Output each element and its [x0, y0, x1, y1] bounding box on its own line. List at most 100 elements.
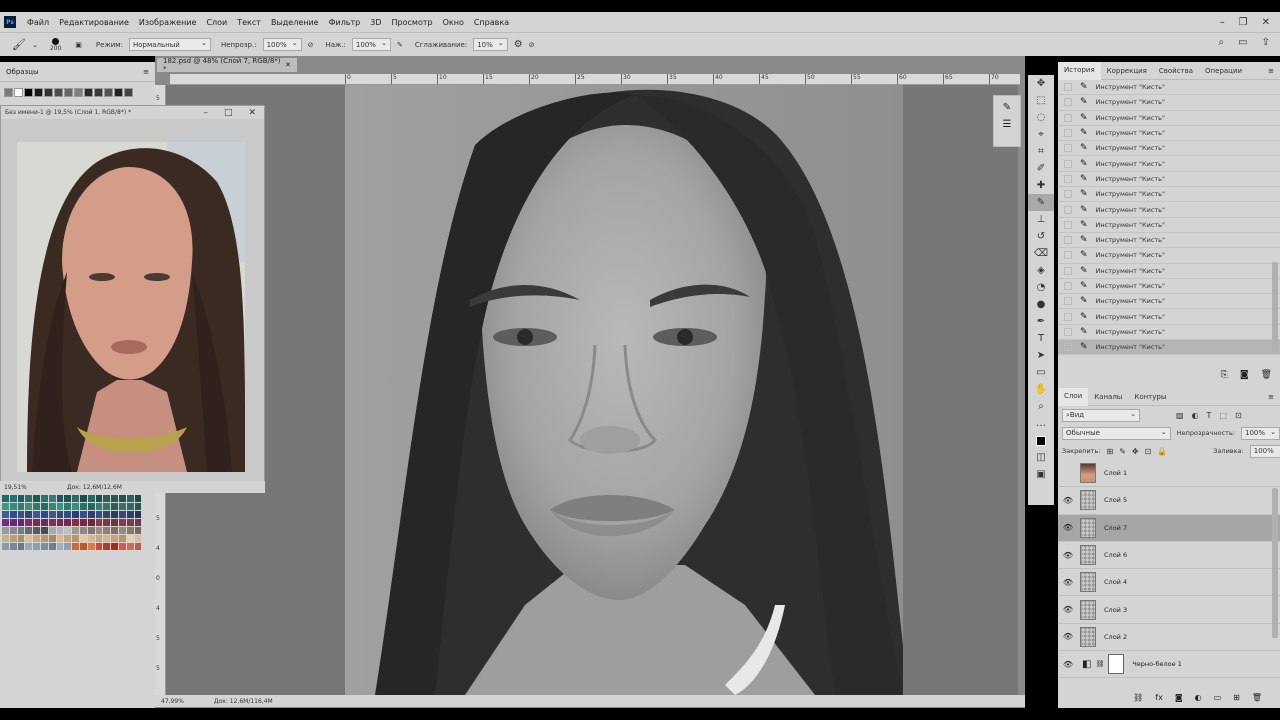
- color-swatches-icon[interactable]: [1028, 432, 1054, 449]
- swatch[interactable]: [95, 527, 103, 534]
- swatch[interactable]: [64, 511, 72, 518]
- history-item[interactable]: ✎ Инструмент "Кисть": [1058, 309, 1280, 325]
- dodge-tool-icon[interactable]: ●: [1028, 296, 1054, 313]
- swatch[interactable]: [126, 527, 134, 534]
- swatch[interactable]: [17, 495, 25, 502]
- menu-item-3[interactable]: Слои: [201, 18, 232, 27]
- swatch[interactable]: [126, 543, 134, 550]
- swatch[interactable]: [72, 495, 79, 502]
- swatch[interactable]: [118, 511, 126, 518]
- lock-all-icon[interactable]: 🔒: [1157, 447, 1167, 456]
- swatch[interactable]: [103, 535, 111, 542]
- panel-menu-icon[interactable]: ≡: [1268, 393, 1274, 401]
- new-document-from-state-icon[interactable]: ⎘: [1221, 370, 1228, 380]
- layer-name[interactable]: Слой 1: [1104, 469, 1127, 477]
- lock-artboard-icon[interactable]: ⊡: [1145, 447, 1152, 456]
- swatch[interactable]: [111, 503, 118, 510]
- stamp-tool-icon[interactable]: ⊥: [1028, 211, 1054, 228]
- pen-tool-icon[interactable]: ✒: [1028, 313, 1054, 330]
- sliders-icon[interactable]: ☰: [994, 119, 1020, 130]
- swatch[interactable]: [2, 495, 9, 502]
- canvas-image[interactable]: [345, 85, 903, 695]
- swatch[interactable]: [40, 535, 48, 542]
- swatch[interactable]: [17, 519, 25, 526]
- swatch[interactable]: [64, 495, 72, 502]
- swatch[interactable]: [134, 503, 142, 510]
- swatch[interactable]: [64, 527, 72, 534]
- history-brush-tool-icon[interactable]: ↺: [1028, 228, 1054, 245]
- visibility-eye-icon[interactable]: 👁: [1058, 605, 1078, 614]
- swatch[interactable]: [4, 88, 13, 97]
- history-tab-2[interactable]: Свойства: [1153, 62, 1199, 80]
- history-item[interactable]: ✎ Инструмент "Кисть": [1058, 95, 1280, 111]
- history-item[interactable]: ✎ Инструмент "Кисть": [1058, 279, 1280, 295]
- swatch[interactable]: [56, 495, 64, 502]
- swatch[interactable]: [9, 495, 17, 502]
- visibility-eye-icon[interactable]: 👁: [1058, 632, 1078, 641]
- swatch[interactable]: [2, 503, 9, 510]
- swatch[interactable]: [40, 511, 48, 518]
- layer-name[interactable]: Слой 4: [1104, 578, 1127, 586]
- layer-thumbnail[interactable]: [1080, 490, 1096, 511]
- eyedropper-tool-icon[interactable]: ✐: [1028, 160, 1054, 177]
- visibility-eye-icon[interactable]: 👁: [1058, 578, 1078, 587]
- swatch[interactable]: [33, 503, 40, 510]
- history-item[interactable]: ✎ Инструмент "Кисть": [1058, 126, 1280, 142]
- layer-thumbnail[interactable]: [1080, 463, 1096, 484]
- flow-field[interactable]: 100%: [351, 38, 391, 51]
- history-item[interactable]: ✎ Инструмент "Кисть": [1058, 233, 1280, 249]
- lock-pixels-icon[interactable]: ✎: [1119, 447, 1126, 456]
- blur-tool-icon[interactable]: ◔: [1028, 279, 1054, 296]
- history-item[interactable]: ✎ Инструмент "Кисть": [1058, 172, 1280, 188]
- document-tab[interactable]: 182.psd @ 48% (Слой 7, RGB/8*) * ✕: [157, 57, 297, 73]
- layer-name[interactable]: Слой 7: [1104, 524, 1127, 532]
- swatch[interactable]: [103, 519, 111, 526]
- swatch[interactable]: [118, 503, 126, 510]
- history-checkbox[interactable]: [1064, 327, 1072, 336]
- swatch[interactable]: [95, 543, 103, 550]
- smoothing-field[interactable]: 10%: [473, 38, 508, 51]
- blend-mode-select[interactable]: Обычные: [1062, 426, 1171, 440]
- history-item[interactable]: ✎ Инструмент "Кисть": [1058, 141, 1280, 157]
- swatch[interactable]: [9, 543, 17, 550]
- fill-field[interactable]: 100%: [1249, 444, 1280, 458]
- swatch[interactable]: [134, 511, 142, 518]
- swatch[interactable]: [33, 495, 40, 502]
- new-layer-icon[interactable]: ⊞: [1233, 693, 1240, 702]
- pressure-opacity-icon[interactable]: ⊘: [308, 41, 314, 49]
- close-icon[interactable]: ✕: [1262, 17, 1270, 28]
- history-checkbox[interactable]: [1064, 220, 1072, 229]
- swatch[interactable]: [48, 503, 56, 510]
- layers-scrollbar[interactable]: [1272, 488, 1278, 638]
- gear-icon[interactable]: ⚙: [514, 39, 523, 50]
- swatch[interactable]: [79, 511, 87, 518]
- swatch[interactable]: [79, 527, 87, 534]
- panel-menu-icon[interactable]: ≡: [143, 68, 149, 76]
- swatch[interactable]: [79, 495, 87, 502]
- brush-tool-icon[interactable]: 🖌: [12, 38, 26, 51]
- history-checkbox[interactable]: [1064, 205, 1072, 214]
- swatch[interactable]: [111, 495, 118, 502]
- swatch[interactable]: [33, 527, 40, 534]
- swatch[interactable]: [25, 535, 33, 542]
- layer-row[interactable]: 👁 Слой 3: [1058, 596, 1280, 624]
- layer-thumbnail[interactable]: [1080, 626, 1096, 647]
- history-checkbox[interactable]: [1064, 190, 1072, 199]
- history-tab-0[interactable]: История: [1058, 61, 1101, 80]
- swatch[interactable]: [17, 543, 25, 550]
- layer-thumbnail[interactable]: [1080, 572, 1096, 593]
- menu-item-9[interactable]: Окно: [438, 18, 469, 27]
- group-icon[interactable]: ▭: [1214, 693, 1222, 702]
- search-icon[interactable]: ⌕: [1219, 37, 1225, 48]
- swatch[interactable]: [72, 543, 79, 550]
- swatch[interactable]: [64, 88, 73, 97]
- swatch[interactable]: [2, 535, 9, 542]
- history-checkbox[interactable]: [1064, 282, 1072, 290]
- swatch[interactable]: [2, 519, 9, 526]
- airbrush-icon[interactable]: ✎: [397, 41, 403, 49]
- swatch[interactable]: [33, 535, 40, 542]
- swatch[interactable]: [17, 511, 25, 518]
- history-checkbox[interactable]: [1064, 98, 1072, 107]
- history-item[interactable]: ✎ Инструмент "Кисть": [1058, 294, 1280, 310]
- menu-item-4[interactable]: Текст: [232, 18, 266, 27]
